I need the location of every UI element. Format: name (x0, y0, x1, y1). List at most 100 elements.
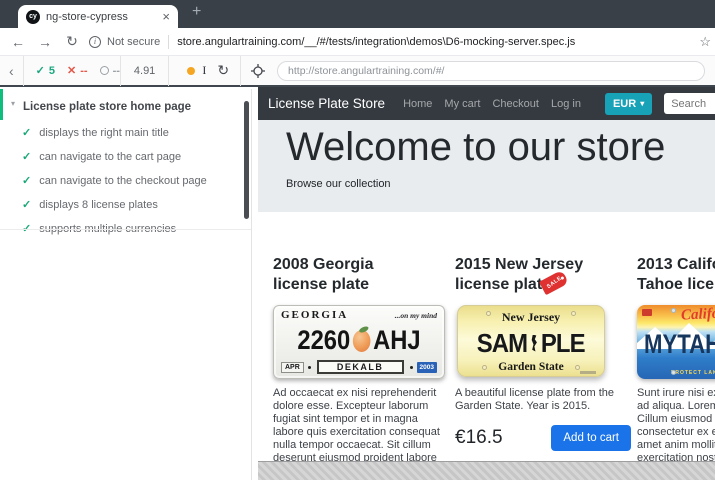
test-duration: 4.91 (134, 65, 155, 77)
county-tag: DEKALB (317, 360, 404, 374)
collapse-sidebar-icon[interactable]: ‹ (9, 64, 14, 78)
failed-count: -- (80, 65, 87, 77)
plate-slogan: Garden State (498, 361, 563, 373)
sidebar-scrollbar[interactable] (244, 101, 249, 219)
forward-icon[interactable]: → (36, 34, 54, 50)
suite-header[interactable]: ▾ License plate store home page (0, 89, 251, 120)
test-row[interactable]: ✓ can navigate to the cart page (0, 144, 251, 168)
browser-toolbar: ← → ↻ i Not secure store.angulartraining… (0, 28, 715, 56)
test-label: displays 8 license plates (39, 199, 158, 211)
year-sticker: 2003 (417, 362, 437, 373)
product-card-california: 2013 California Tahoe license plate Cali… (637, 255, 715, 461)
test-row[interactable]: ✓ displays 8 license plates (0, 192, 251, 216)
app-brand[interactable]: License Plate Store (268, 96, 385, 111)
toolbar-divider (23, 56, 24, 86)
product-description: A beautiful license plate from the Garde… (455, 387, 631, 413)
test-reporter-sidebar: ▾ License plate store home page ✓ displa… (0, 89, 252, 480)
app-preview: License Plate Store Home My cart Checkou… (258, 87, 715, 461)
info-icon[interactable]: i (89, 36, 101, 48)
tests-pending-stat: -- (100, 65, 120, 77)
plate-state: GEORGIA (281, 309, 348, 321)
bolt-icon (410, 366, 413, 369)
suite-title: License plate store home page (23, 101, 191, 113)
back-icon[interactable]: ← (9, 34, 27, 50)
pending-circle-icon (100, 66, 109, 75)
test-passed-icon: ✓ (22, 174, 31, 187)
sidebar-divider (0, 229, 251, 230)
address-bar[interactable]: i Not secure store.angulartraining.com/_… (89, 35, 693, 49)
peach-icon (353, 330, 371, 352)
runner-background-stripes (258, 461, 715, 480)
bolt-icon (671, 370, 676, 375)
currency-dropdown[interactable]: EUR ▾ (605, 93, 652, 115)
tab-close-icon[interactable]: × (162, 10, 170, 23)
toolbar-divider (120, 56, 121, 86)
bookmark-star-icon[interactable]: ☆ (699, 34, 711, 50)
plate-slogan: ...on my mind (395, 311, 437, 320)
browser-tab[interactable]: cy ng-store-cypress × (18, 5, 178, 28)
plate-number: MYTAHOE (644, 329, 715, 360)
new-jersey-silhouette-icon (530, 335, 538, 352)
sale-label: SALE (545, 275, 562, 290)
test-row[interactable]: ✓ displays the right main title (0, 120, 251, 144)
browser-tab-strip: cy ng-store-cypress × + (0, 0, 715, 28)
new-jersey-plate-image: New Jersey SAM PLE Garden State (457, 305, 605, 377)
test-row[interactable]: ✓ supports multiple currencies (0, 216, 251, 240)
validation-sticker (580, 371, 596, 374)
bolt-icon (486, 311, 491, 316)
plate-footer: APR DEKALB 2003 (281, 360, 437, 374)
test-row[interactable]: ✓ can navigate to the checkout page (0, 168, 251, 192)
toolbar-divider (168, 56, 169, 86)
test-label: displays the right main title (39, 127, 169, 139)
bolt-icon (571, 311, 576, 316)
add-to-cart-button[interactable]: Add to cart (551, 425, 631, 451)
month-sticker: APR (281, 362, 304, 373)
tests-passed-stat: ✓ 5 (36, 64, 55, 77)
x-icon: ✕ (67, 64, 76, 77)
corner-sticker (642, 309, 652, 316)
nav-link-my-cart[interactable]: My cart (444, 98, 480, 110)
product-description: Sunt irure nisi excepteur ad aliqua. Lor… (637, 387, 715, 461)
plate-number-right: PLE (541, 328, 585, 359)
product-card-new-jersey: 2015 New Jersey license plate SALE New J… (455, 255, 631, 461)
check-icon: ✓ (36, 64, 45, 77)
cypress-runner-header: ‹ ✓ 5 ✕ -- -- 4.91 I ↻ (0, 56, 715, 87)
app-navbar: License Plate Store Home My cart Checkou… (258, 87, 715, 120)
security-label: Not secure (107, 36, 160, 48)
search-input[interactable] (664, 93, 715, 114)
product-grid: 2008 Georgia license plate GEORGIA ...on… (258, 212, 715, 461)
plate-number-left: SAM (477, 328, 527, 359)
bolt-icon (575, 365, 580, 370)
product-title: 2013 California Tahoe license plate (637, 255, 715, 295)
plate-number: 2260 AHJ (290, 321, 427, 360)
bolt-icon (482, 365, 487, 370)
georgia-plate-image: GEORGIA ...on my mind 2260 AHJ APR DEKAL… (273, 305, 445, 379)
product-price: €16.5 (455, 427, 503, 449)
toolbar-divider (240, 56, 241, 86)
new-tab-button[interactable]: + (192, 3, 201, 21)
page-url: store.angulartraining.com/__/#/tests/int… (177, 36, 693, 48)
currency-label: EUR (613, 98, 636, 110)
nav-link-home[interactable]: Home (403, 98, 432, 110)
test-label: can navigate to the cart page (39, 151, 181, 163)
caret-down-icon: ▾ (640, 99, 644, 108)
test-passed-icon: ✓ (22, 126, 31, 139)
product-image: GEORGIA ...on my mind 2260 AHJ APR DEKAL… (273, 305, 449, 383)
tests-failed-stat: ✕ -- (67, 64, 88, 77)
reload-icon[interactable]: ↻ (63, 33, 81, 50)
restart-tests-icon[interactable]: ↻ (217, 62, 229, 79)
product-card-georgia: 2008 Georgia license plate GEORGIA ...on… (273, 255, 449, 461)
product-description: Ad occaecat ex nisi reprehenderit dolore… (273, 387, 449, 461)
plate-number-right: AHJ (373, 325, 421, 356)
bolt-icon (671, 308, 676, 313)
collapse-caret-icon[interactable]: ▾ (11, 99, 15, 108)
selector-playground-icon[interactable] (251, 64, 265, 78)
plate-number-left: 2260 (297, 325, 350, 356)
nav-link-log-in[interactable]: Log in (551, 98, 581, 110)
plate-header: GEORGIA ...on my mind (281, 309, 437, 321)
passed-count: 5 (49, 65, 55, 77)
runner-url-input[interactable] (277, 61, 705, 81)
nav-link-checkout[interactable]: Checkout (492, 98, 538, 110)
hero-title: Welcome to our store (286, 125, 715, 170)
price-row: €16.5 Add to cart (455, 425, 631, 451)
